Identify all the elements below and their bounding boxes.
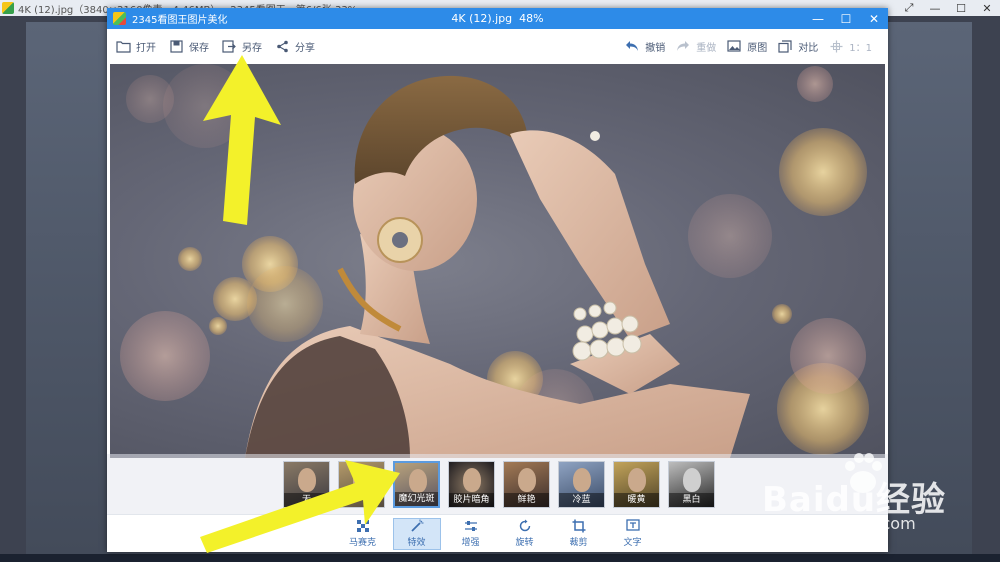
save-button[interactable]: 保存 [168,38,209,54]
thumb-face [628,467,646,492]
thumb-face [298,467,316,492]
share-icon [274,38,290,54]
effect-thumb-warm-yellow[interactable]: 暖黄 [613,460,660,508]
image-icon [726,38,742,54]
close-icon[interactable]: ✕ [974,0,1000,16]
toolbar-left: 打开 保存 另存 分享 [115,38,327,54]
effect-thumb-2[interactable] [338,460,385,508]
actual-size-button[interactable]: 1：1 [828,38,872,54]
effect-label: 无 [284,492,329,507]
actual-size-label: 1：1 [849,42,872,54]
undo-label: 撤销 [645,42,666,54]
effect-thumb-vivid[interactable]: 鲜艳 [503,460,550,508]
file-name: 4K (12).jpg [451,12,513,25]
crop-button[interactable]: 裁剪 [555,518,603,550]
save-as-label: 另存 [242,42,262,54]
text-button[interactable]: 文字 [609,518,657,550]
beautify-app-icon [113,12,126,25]
dialog-app-name: 2345看图王图片美化 [132,15,228,26]
share-label: 分享 [295,42,315,54]
mosaic-icon [356,520,369,532]
share-button[interactable]: 分享 [274,38,315,54]
magic-wand-icon [410,519,423,532]
rotate-label: 旋转 [515,538,534,548]
mosaic-label: 马赛克 [348,538,376,548]
effect-label: 暖黄 [614,492,659,507]
toolbar-right: 撤销 重做 原图 对比 1：1 [624,29,882,63]
thumb-face [463,467,481,492]
effect-thumb-cool-blue[interactable]: 冷蓝 [558,460,605,508]
open-label: 打开 [136,42,156,54]
effects-button[interactable]: 特效 [392,517,441,550]
save-label: 保存 [189,42,209,54]
thumb-face [409,468,427,493]
original-button[interactable]: 原图 [726,38,767,54]
effect-label: 黑白 [669,492,714,507]
crop-icon [572,519,585,533]
thumb-face [683,467,701,492]
effect-label: 鲜艳 [504,492,549,507]
zoom-level: 48% [519,12,544,25]
crop-label: 裁剪 [569,538,588,548]
folder-icon [115,38,131,54]
redo-label: 重做 [696,42,717,54]
thumb-face [573,467,591,492]
effect-label: 冷蓝 [559,492,604,507]
mosaic-button[interactable]: 马赛克 [339,518,387,550]
bottom-toolbar: 马赛克 特效 增强 旋转 裁剪 文字 [107,514,888,552]
save-as-button[interactable]: 另存 [221,38,262,54]
taskbar [0,554,1000,562]
save-icon [168,38,184,54]
text-label: 文字 [623,538,642,548]
text-icon [625,519,640,531]
effect-thumb-magic-bokeh[interactable]: 魔幻光斑 [393,460,440,508]
dialog-controls: — ☐ ✕ [804,8,888,29]
minimize-icon[interactable]: — [922,0,948,16]
enhance-label: 增强 [461,538,480,548]
close-icon[interactable]: ✕ [860,8,888,29]
effect-thumb-none[interactable]: 无 [283,460,330,508]
open-button[interactable]: 打开 [115,38,156,54]
portrait-photo [120,64,869,458]
save-as-icon [221,38,237,54]
undo-button[interactable]: 撤销 [624,38,665,54]
redo-icon [675,38,691,54]
undo-icon [624,38,640,54]
redo-button[interactable]: 重做 [675,38,716,54]
app-icon [2,2,14,14]
dialog-titlebar[interactable]: 2345看图王图片美化 4K (12).jpg 48% — ☐ ✕ [107,8,888,29]
rotate-icon [519,519,530,532]
sliders-icon [464,521,477,531]
effects-label: 特效 [407,538,426,548]
maximize-icon[interactable]: ☐ [832,8,860,29]
minimize-icon[interactable]: — [804,8,832,29]
toolbar: 打开 保存 另存 分享 撤销 重做 原图 对比 1：1 [107,29,888,63]
rotate-button[interactable]: 旋转 [501,518,549,550]
compare-button[interactable]: 对比 [777,38,818,54]
maximize-icon[interactable]: ☐ [948,0,974,16]
compare-icon [777,38,793,54]
effect-label: 胶片暗角 [449,492,494,507]
photo-canvas[interactable] [110,64,885,458]
fullscreen-icon[interactable]: ⤢ [896,0,922,16]
compare-label: 对比 [798,42,819,54]
thumb-face [353,467,371,492]
effect-label: 魔幻光斑 [395,491,438,506]
original-label: 原图 [747,42,768,54]
outer-window-controls: ⤢ — ☐ ✕ [896,0,1000,16]
thumb-face [518,467,536,492]
effect-thumb-black-white[interactable]: 黑白 [668,460,715,508]
move-icon [828,38,844,54]
enhance-button[interactable]: 增强 [447,518,495,550]
effect-thumb-vignette[interactable]: 胶片暗角 [448,460,495,508]
effects-strip: 无 魔幻光斑 胶片暗角 鲜艳 冷蓝 暖黄 黑白 [107,454,888,514]
beautify-dialog: 2345看图王图片美化 4K (12).jpg 48% — ☐ ✕ 打开 保存 [107,8,888,552]
